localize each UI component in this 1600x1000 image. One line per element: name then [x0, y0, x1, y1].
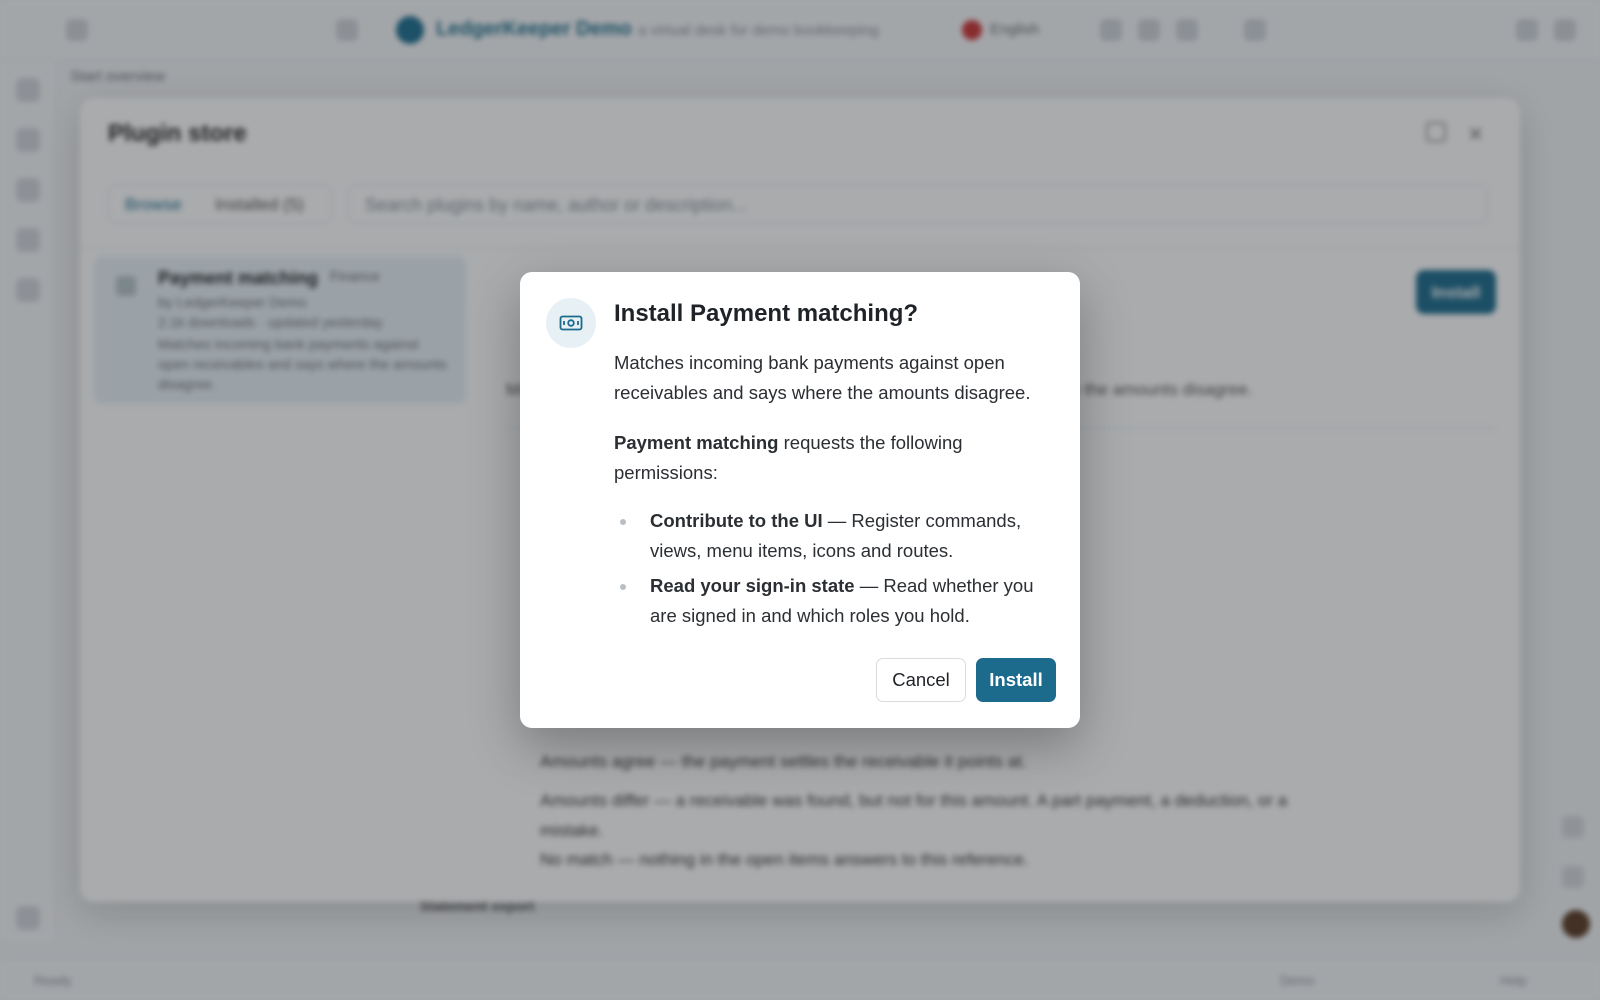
permission-name: Contribute to the UI	[650, 510, 823, 531]
money-bill-icon	[546, 298, 596, 348]
permission-item: Read your sign-in state — Read whether y…	[614, 571, 1054, 631]
install-confirm-dialog: Install Payment matching? Matches incomi…	[520, 272, 1080, 728]
plugin-name: Payment matching	[614, 432, 779, 453]
permission-name: Read your sign-in state	[650, 575, 855, 596]
plugin-description: Matches incoming bank payments against o…	[614, 352, 1031, 403]
bullet-icon	[620, 519, 626, 525]
install-button[interactable]: Install	[976, 658, 1056, 702]
permission-request-text: Payment matching requests the following …	[614, 428, 1054, 488]
bullet-icon	[620, 584, 626, 590]
permission-list: Contribute to the UI — Register commands…	[614, 506, 1054, 636]
permission-item: Contribute to the UI — Register commands…	[614, 506, 1054, 566]
cancel-button[interactable]: Cancel	[876, 658, 966, 702]
dialog-title: Install Payment matching?	[614, 300, 919, 327]
